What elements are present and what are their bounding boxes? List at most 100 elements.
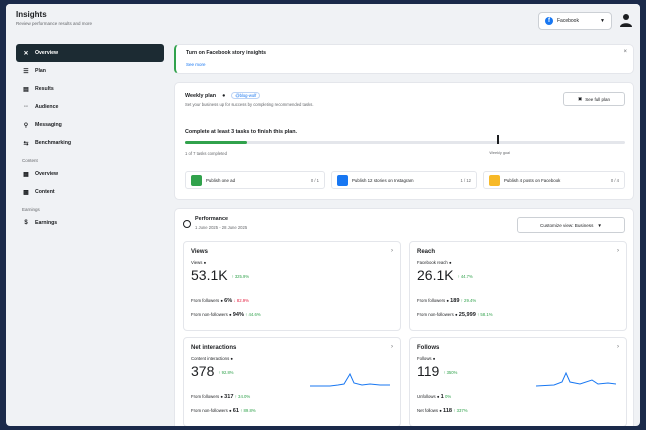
chevron-down-icon: ▼ — [600, 18, 605, 24]
close-icon[interactable]: × — [623, 49, 627, 55]
metric-value-number: 53.1K — [191, 267, 228, 283]
metric-delta: ↑ 44.7% — [457, 273, 473, 279]
metric-title: Reach — [417, 249, 436, 255]
sidebar-item-overview[interactable]: ✕ Overview — [16, 44, 164, 62]
overview-icon: ✕ — [23, 50, 29, 57]
info-icon[interactable]: ● — [432, 356, 436, 361]
task-count: 0 / 4 — [610, 177, 619, 183]
row-delta: ↑ 89.8% — [239, 408, 256, 413]
banner-title: Turn on Facebook story insights — [186, 50, 267, 56]
metric-card-views[interactable]: Views › Views ● 53.1K ↑ 325.9% From followers… — [183, 241, 401, 331]
sidebar: ✕ Overview ☰ Plan ▤ Results ◦◦ Audience ⚲ Messagi… — [16, 44, 164, 424]
see-full-plan-button[interactable]: ▣ See full plan — [563, 92, 625, 106]
metric-value: 378 ↑ 92.8% — [191, 363, 234, 379]
sidebar-item-audience[interactable]: ◦◦ Audience — [16, 98, 164, 116]
performance-date-range: 1 June 2025 - 28 June 2025 — [195, 225, 248, 230]
info-icon[interactable]: ● — [202, 260, 207, 265]
metric-sublabel: Facebook reach ● — [417, 260, 452, 265]
info-icon[interactable]: ● — [229, 356, 233, 361]
plan-icon: ☰ — [23, 68, 29, 75]
sidebar-earnings-nav: $ Earnings — [16, 214, 164, 232]
metric-card-reach[interactable]: Reach › Facebook reach ● 26.1K ↑ 44.7% From f… — [409, 241, 627, 331]
weekly-goal-marker — [497, 135, 500, 144]
task-icon — [191, 174, 202, 186]
info-icon[interactable]: ● — [448, 260, 452, 265]
sidebar-item-earnings[interactable]: $ Earnings — [16, 214, 164, 232]
metric-value-number: 26.1K — [417, 267, 454, 283]
row-label: From followers — [417, 298, 447, 303]
metric-sublabel-text: Content interactions — [191, 356, 230, 361]
sidebar-item-label: Overview — [35, 50, 59, 56]
row-delta: ↑ 29.4% — [459, 298, 477, 303]
chevron-right-icon[interactable]: › — [391, 248, 393, 254]
metric-row-2: From non-followers ● 25,999 ↑ 58.1% — [417, 312, 493, 318]
metric-sublabel-text: Views — [191, 260, 203, 265]
metric-card-follows[interactable]: Follows › Follows ● 119 ↑ 350% Unfollows ● 1 … — [409, 337, 627, 426]
sidebar-item-label: Plan — [35, 68, 46, 74]
weekly-plan-card: Weekly plan ● @blog-wolf Set your busine… — [174, 82, 634, 200]
sparkline-chart — [536, 371, 616, 387]
sidebar-item-results[interactable]: ▤ Results — [16, 80, 164, 98]
sidebar-item-content-content[interactable]: ▩ Content — [16, 183, 164, 201]
sidebar-content-nav: ▦ Overview ▩ Content — [16, 165, 164, 201]
metric-title: Follows — [417, 345, 440, 351]
metric-sublabel-text: Facebook reach — [417, 260, 448, 265]
task-item[interactable]: Publish 4 posts on Facebook 0 / 4 — [483, 171, 625, 189]
messaging-icon: ⚲ — [23, 122, 29, 129]
sidebar-item-messaging[interactable]: ⚲ Messaging — [16, 116, 164, 134]
row-delta: ↓ 82.9% — [232, 298, 249, 303]
task-item[interactable]: Publish one ad 0 / 1 — [185, 171, 325, 189]
metric-value: 53.1K ↑ 325.9% — [191, 267, 249, 283]
metric-title: Views — [191, 249, 208, 255]
benchmarking-icon: ⇆ — [23, 140, 29, 147]
sidebar-item-content-overview[interactable]: ▦ Overview — [16, 165, 164, 183]
page-title: Insights — [16, 10, 47, 19]
earnings-icon: $ — [24, 220, 28, 226]
metric-sublabel-text: Follows — [417, 356, 432, 361]
results-icon: ▤ — [23, 86, 29, 93]
metric-row-2: From non-followers ● 94% ↑ 44.6% — [191, 312, 261, 318]
task-count: 0 / 1 — [310, 177, 319, 183]
metric-value: 26.1K ↑ 44.7% — [417, 267, 473, 283]
metric-card-net-interactions[interactable]: Net interactions › Content interactions ● 3… — [183, 337, 401, 426]
sidebar-item-benchmarking[interactable]: ⇆ Benchmarking — [16, 134, 164, 152]
account-switcher-button[interactable]: f Facebook ▼ — [538, 12, 612, 30]
task-item[interactable]: Publish 12 stories on Instagram 1 / 12 — [331, 171, 477, 189]
chevron-right-icon[interactable]: › — [391, 344, 393, 350]
metric-delta: ↑ 92.8% — [218, 369, 234, 375]
chevron-right-icon[interactable]: › — [617, 344, 619, 350]
row-delta: ↑ 58.1% — [475, 312, 493, 317]
facebook-icon: f — [545, 17, 553, 25]
task-icon — [337, 174, 348, 186]
sparkline-chart — [310, 372, 390, 387]
chevron-right-icon[interactable]: › — [617, 248, 619, 254]
account-label: Facebook — [557, 18, 579, 24]
row-delta: 0% — [443, 394, 452, 399]
metric-row-1: From followers ● 317 ↑ 34.0% — [191, 394, 250, 400]
sidebar-item-plan[interactable]: ☰ Plan — [16, 62, 164, 80]
row-value: 189 — [450, 298, 460, 304]
customize-view-dropdown[interactable]: Customize view: Business ▼ — [517, 217, 625, 233]
performance-icon — [183, 220, 191, 228]
weekly-goal-label: Weekly goal — [489, 151, 511, 155]
metric-sublabel: Content interactions ● — [191, 356, 233, 361]
metric-row-2: Net follows ● 118 ↑ 337% — [417, 408, 468, 414]
sidebar-item-label: Results — [35, 86, 54, 92]
row-delta: ↑ 337% — [452, 408, 468, 413]
weekly-plan-heading: Weekly plan ● @blog-wolf — [185, 92, 261, 99]
top-bar: Insights Review performance results and … — [6, 4, 640, 44]
row-label: Net follows — [417, 408, 440, 413]
row-label: From followers — [191, 298, 221, 303]
metric-row-1: From followers ● 189 ↑ 29.4% — [417, 298, 476, 304]
metric-sublabel: Follows ● — [417, 356, 435, 361]
app-window: Insights Review performance results and … — [6, 4, 640, 426]
banner-see-more-link[interactable]: See more — [186, 62, 206, 67]
user-profile-icon[interactable] — [620, 13, 632, 27]
metric-row-2: From non-followers ● 61 ↑ 89.8% — [191, 408, 256, 414]
task-count: 1 / 12 — [460, 177, 471, 183]
info-icon[interactable]: ● — [222, 93, 225, 99]
row-delta: ↑ 34.0% — [233, 394, 251, 399]
chevron-down-icon: ▼ — [597, 222, 602, 228]
content-icon: ▩ — [23, 189, 29, 196]
row-label: From non-followers — [417, 312, 455, 317]
